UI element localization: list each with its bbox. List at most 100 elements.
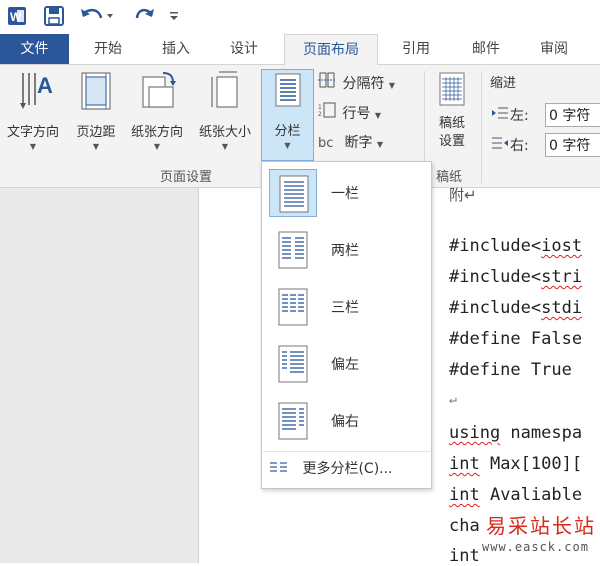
tab-home[interactable]: 开始	[80, 34, 136, 64]
more-columns-icon	[270, 456, 298, 482]
indent-right-field[interactable]: 0 字符	[545, 133, 600, 157]
breaks-label: 分隔符	[342, 76, 385, 92]
word-logo-icon[interactable]: W	[6, 4, 28, 28]
more-columns-label: 更多分栏(C)...	[302, 461, 393, 477]
indent-right-label: 右:	[492, 135, 529, 157]
orientation-button[interactable]: 纸张方向 ▼	[124, 69, 190, 151]
misspelled-word: stdi	[541, 298, 583, 318]
indent-right-icon	[492, 135, 510, 157]
save-icon[interactable]	[42, 4, 66, 28]
columns-option-left[interactable]: 偏左	[265, 336, 427, 392]
doc-line: #include<stdi	[449, 298, 583, 318]
manuscript-settings-button[interactable]: 稿纸 设置	[428, 69, 476, 151]
left-column-icon	[269, 340, 317, 388]
undo-icon[interactable]	[78, 4, 116, 28]
chevron-down-icon: ▼	[29, 142, 37, 151]
tab-design[interactable]: 设计	[216, 34, 272, 64]
redo-icon[interactable]	[132, 4, 158, 28]
columns-option-one[interactable]: 一栏	[265, 165, 427, 221]
misspelled-word: int	[449, 485, 480, 505]
doc-line: using namespa	[449, 423, 583, 443]
tab-file[interactable]: 文件	[0, 34, 69, 64]
columns-option-two[interactable]: 两栏	[265, 222, 427, 278]
site-watermark: 易采站长站 www.easck.com	[462, 508, 600, 563]
misspelled-word: iost	[541, 236, 583, 256]
chevron-down-icon: ▼	[388, 81, 396, 90]
three-columns-icon	[269, 283, 317, 331]
more-columns-button[interactable]: 更多分栏(C)...	[270, 456, 425, 482]
misspelled-word: int	[449, 454, 480, 474]
text-direction-label: 文字方向	[6, 125, 59, 140]
columns-option-label: 两栏	[331, 243, 359, 259]
ribbon-tabs: 文件 开始 插入 设计 页面布局 引用 邮件 审阅	[0, 34, 600, 66]
tab-insert[interactable]: 插入	[148, 34, 204, 64]
line-numbers-label: 行号	[342, 106, 371, 122]
margins-label: 页边距	[76, 125, 116, 140]
columns-dropdown-menu: 一栏 两栏 三栏 偏左 偏右 更多分栏(C)...	[261, 161, 432, 489]
menu-divider	[263, 451, 430, 452]
columns-icon	[275, 73, 300, 107]
manuscript-label-line1: 稿纸	[438, 116, 465, 131]
customize-qat-icon[interactable]	[166, 4, 182, 28]
indent-left-label: 左:	[492, 105, 529, 127]
indent-title: 缩进	[490, 76, 517, 91]
breaks-button[interactable]: 分隔符 ▼	[318, 72, 395, 94]
page-setup-group-label: 页面设置	[160, 170, 213, 185]
watermark-title: 易采站长站	[486, 514, 596, 538]
quick-access-toolbar: W	[0, 0, 600, 34]
line-numbers-button[interactable]: 12 行号 ▼	[318, 102, 381, 124]
manuscript-label-line2: 设置	[438, 134, 465, 149]
orientation-icon	[142, 72, 176, 108]
line-numbers-icon: 12	[318, 102, 338, 125]
misspelled-word: stri	[541, 267, 583, 287]
tab-page-layout[interactable]: 页面布局	[284, 34, 378, 66]
margins-button[interactable]: 页边距 ▼	[70, 69, 122, 151]
svg-text:1: 1	[318, 104, 322, 111]
chevron-down-icon: ▼	[92, 142, 100, 151]
manuscript-icon	[439, 72, 465, 106]
doc-line: int Avaliable	[449, 485, 583, 505]
doc-line: #include<stri	[449, 267, 583, 287]
svg-text:A: A	[37, 73, 53, 98]
orientation-label: 纸张方向	[130, 125, 183, 140]
columns-option-label: 三栏	[331, 300, 359, 316]
manuscript-group-label: 稿纸	[436, 170, 463, 185]
text-direction-button[interactable]: A 文字方向 ▼	[0, 69, 66, 151]
watermark-url: www.easck.com	[482, 540, 589, 554]
svg-text:2: 2	[318, 111, 322, 118]
indent-left-text: 左:	[510, 108, 529, 124]
columns-option-right[interactable]: 偏右	[265, 393, 427, 449]
indent-left-icon	[492, 105, 510, 127]
columns-option-label: 偏左	[331, 357, 359, 373]
tab-mailings[interactable]: 邮件	[458, 34, 514, 64]
right-column-icon	[269, 397, 317, 445]
two-columns-icon	[269, 226, 317, 274]
indent-right-text: 右:	[510, 138, 529, 154]
margins-icon	[81, 72, 111, 110]
tab-review[interactable]: 审阅	[526, 34, 582, 64]
chevron-down-icon: ▼	[153, 142, 161, 151]
doc-line: 附↵	[449, 186, 477, 204]
size-button[interactable]: 纸张大小 ▼	[192, 69, 258, 151]
paper-size-icon	[211, 71, 238, 108]
doc-line: #include<iost	[449, 236, 583, 256]
tab-references[interactable]: 引用	[388, 34, 444, 64]
hyphenation-icon: bc	[318, 136, 334, 151]
chevron-down-icon: ▼	[284, 141, 291, 150]
chevron-down-icon: ▼	[221, 142, 229, 151]
columns-option-three[interactable]: 三栏	[265, 279, 427, 335]
svg-text:W: W	[10, 10, 22, 24]
columns-option-label: 偏右	[331, 414, 359, 430]
indent-left-field[interactable]: 0 字符	[545, 103, 600, 127]
columns-button[interactable]: 分栏 ▼	[261, 69, 314, 161]
text-direction-icon: A	[20, 73, 53, 109]
size-label: 纸张大小	[198, 125, 251, 140]
hyphenation-button[interactable]: bc 断字 ▼	[318, 132, 383, 154]
group-divider	[481, 71, 482, 183]
columns-label: 分栏	[274, 124, 301, 139]
columns-option-label: 一栏	[331, 186, 359, 202]
doc-line: #define True	[449, 360, 572, 380]
doc-line: int Max[100][	[449, 454, 583, 474]
misspelled-word: using	[449, 423, 501, 443]
chevron-down-icon: ▼	[376, 140, 384, 149]
